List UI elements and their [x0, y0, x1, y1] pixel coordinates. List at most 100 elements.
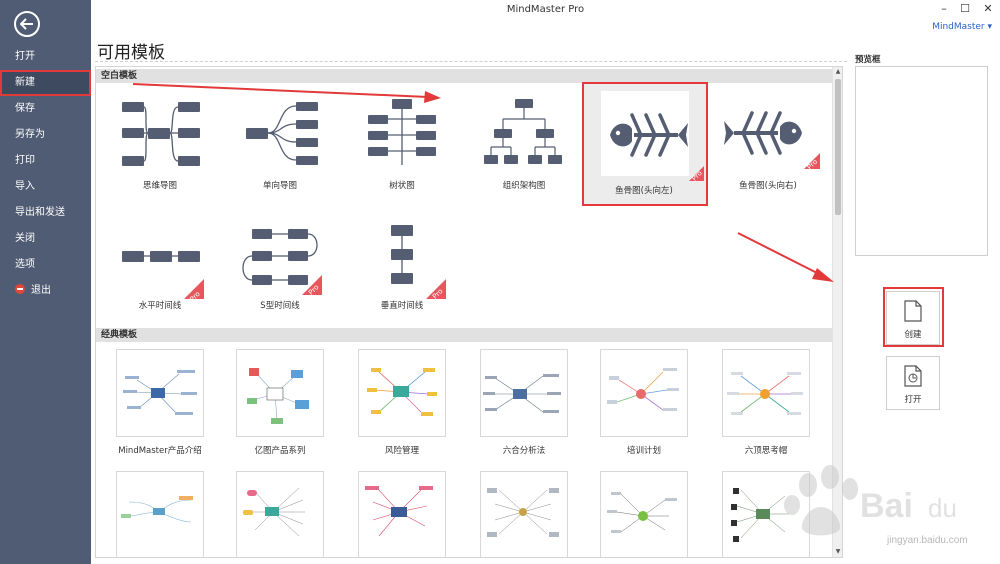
- sidebar-item-save-as[interactable]: 另存为: [0, 122, 91, 148]
- file-menu-sidebar: 打开 新建 保存 另存为 打印 导入 导出和发送 关闭 选项 退出: [0, 0, 91, 564]
- maximize-icon[interactable]: ☐: [957, 2, 973, 15]
- sidebar-item-label: 退出: [31, 285, 51, 296]
- template-label: 思维导图: [142, 181, 177, 191]
- template-card[interactable]: 六合分析法: [464, 349, 584, 459]
- sidebar-item-label: 选项: [15, 259, 35, 270]
- sidebar-item-label: 导入: [15, 181, 35, 192]
- template-fishbone-right[interactable]: Pro 鱼骨图(头向右): [708, 87, 828, 197]
- template-label: MindMaster产品介绍: [118, 446, 202, 456]
- section-header-blank: 空白模板: [96, 69, 833, 83]
- template-thumbnail: [600, 471, 688, 557]
- watermark-url: jingyan.baidu.com: [887, 535, 968, 546]
- template-card[interactable]: [584, 471, 704, 557]
- exit-icon: [15, 284, 25, 294]
- template-card[interactable]: 六顶思考帽: [706, 349, 826, 459]
- sidebar-item-open[interactable]: 打开: [0, 44, 91, 70]
- template-card[interactable]: 培训计划: [584, 349, 704, 459]
- sidebar-item-save[interactable]: 保存: [0, 96, 91, 122]
- template-label: 组织架构图: [502, 181, 546, 191]
- create-button[interactable]: 创建: [886, 291, 940, 345]
- sidebar-item-label: 关闭: [15, 233, 35, 244]
- template-fishbone-left[interactable]: Pro 鱼骨图(头向左): [582, 82, 708, 206]
- user-name: MindMaster: [932, 22, 985, 32]
- sidebar-item-label: 打印: [15, 155, 35, 166]
- preview-panel: [855, 66, 988, 256]
- template-label: 鱼骨图(头向右): [739, 181, 797, 191]
- horizontal-timeline-icon: Pro: [122, 251, 204, 299]
- template-s-timeline[interactable]: Pro S型时间线: [220, 207, 340, 317]
- sidebar-item-options[interactable]: 选项: [0, 252, 91, 278]
- user-account-menu[interactable]: MindMaster ▾: [932, 22, 992, 32]
- template-label: 树状图: [389, 181, 415, 191]
- open-label: 打开: [904, 395, 922, 405]
- divider: [95, 61, 847, 62]
- template-thumbnail: [236, 471, 324, 557]
- sidebar-item-export-send[interactable]: 导出和发送: [0, 200, 91, 226]
- title-bar: MindMaster Pro – ☐ ✕: [91, 0, 1000, 22]
- sidebar-menu: 打开 新建 保存 另存为 打印 导入 导出和发送 关闭 选项 退出: [0, 44, 91, 304]
- mindmap-icon: [122, 102, 200, 166]
- sidebar-item-label: 另存为: [15, 129, 45, 140]
- sidebar-item-import[interactable]: 导入: [0, 174, 91, 200]
- template-card[interactable]: MindMaster产品介绍: [100, 349, 220, 459]
- template-label: 鱼骨图(头向左): [615, 186, 673, 196]
- sidebar-item-exit[interactable]: 退出: [0, 278, 91, 304]
- template-card[interactable]: [100, 471, 220, 557]
- svg-text:du: du: [928, 493, 957, 523]
- mindmaster-new-document-screen: 打开 新建 保存 另存为 打印 导入 导出和发送 关闭 选项 退出 MindMa…: [0, 0, 1000, 564]
- template-card[interactable]: 亿图产品系列: [220, 349, 340, 459]
- page-title: 可用模板: [97, 43, 165, 63]
- s-timeline-icon: Pro: [242, 229, 322, 297]
- sidebar-item-label: 打开: [15, 51, 35, 62]
- template-thumbnail: [600, 349, 688, 437]
- template-card[interactable]: [220, 471, 340, 557]
- template-label: 六合分析法: [502, 446, 546, 456]
- window-title: MindMaster Pro: [506, 4, 585, 15]
- sidebar-item-label: 保存: [15, 103, 35, 114]
- template-right-map[interactable]: 单向导图: [220, 87, 340, 197]
- template-thumbnail: [358, 349, 446, 437]
- new-document-icon: [904, 300, 922, 322]
- scroll-up-icon[interactable]: ▲: [834, 67, 842, 77]
- create-label: 创建: [904, 330, 922, 340]
- open-button[interactable]: 打开: [886, 356, 940, 410]
- template-label: 垂直时间线: [380, 301, 424, 311]
- preview-label: 预览框: [855, 55, 881, 65]
- template-label: 水平时间线: [138, 301, 182, 311]
- template-label: 培训计划: [626, 446, 661, 456]
- open-file-icon: [904, 365, 922, 387]
- minimize-icon[interactable]: –: [936, 2, 952, 15]
- template-thumbnail: [116, 471, 204, 557]
- close-icon[interactable]: ✕: [980, 2, 996, 15]
- template-label: 风险管理: [384, 446, 419, 456]
- template-thumbnail: [116, 349, 204, 437]
- template-tree-map[interactable]: 树状图: [342, 87, 462, 197]
- template-mindmap[interactable]: 思维导图: [100, 87, 220, 197]
- section-header-classic: 经典模板: [96, 328, 833, 342]
- template-card[interactable]: 风险管理: [342, 349, 462, 459]
- template-horizontal-timeline[interactable]: Pro 水平时间线: [100, 207, 220, 317]
- sidebar-item-label: 导出和发送: [15, 207, 65, 218]
- template-thumbnail: [480, 349, 568, 437]
- sidebar-item-label: 新建: [15, 77, 35, 88]
- template-gallery: 空白模板 思维导图 单向导图 树状图 组织架构图 Pro 鱼骨图(头向左) Pr…: [95, 66, 843, 558]
- sidebar-item-print[interactable]: 打印: [0, 148, 91, 174]
- scroll-thumb[interactable]: [835, 79, 841, 215]
- back-arrow-icon[interactable]: [14, 11, 40, 37]
- sidebar-item-close[interactable]: 关闭: [0, 226, 91, 252]
- org-chart-icon: [484, 99, 562, 164]
- template-org-chart[interactable]: 组织架构图: [464, 87, 584, 197]
- tree-map-icon: [368, 99, 436, 165]
- svg-text:Bai: Bai: [860, 487, 913, 525]
- template-thumbnail: [722, 349, 810, 437]
- template-vertical-timeline[interactable]: Pro 垂直时间线: [342, 207, 462, 317]
- fishbone-right-icon: Pro: [724, 111, 820, 171]
- template-card[interactable]: [342, 471, 462, 557]
- template-label: 亿图产品系列: [254, 446, 306, 456]
- template-label: S型时间线: [260, 301, 300, 311]
- template-card[interactable]: [464, 471, 584, 557]
- sidebar-item-new[interactable]: 新建: [0, 70, 91, 96]
- vertical-timeline-icon: Pro: [391, 225, 446, 299]
- template-label: 单向导图: [262, 181, 297, 191]
- template-thumbnail: [480, 471, 568, 557]
